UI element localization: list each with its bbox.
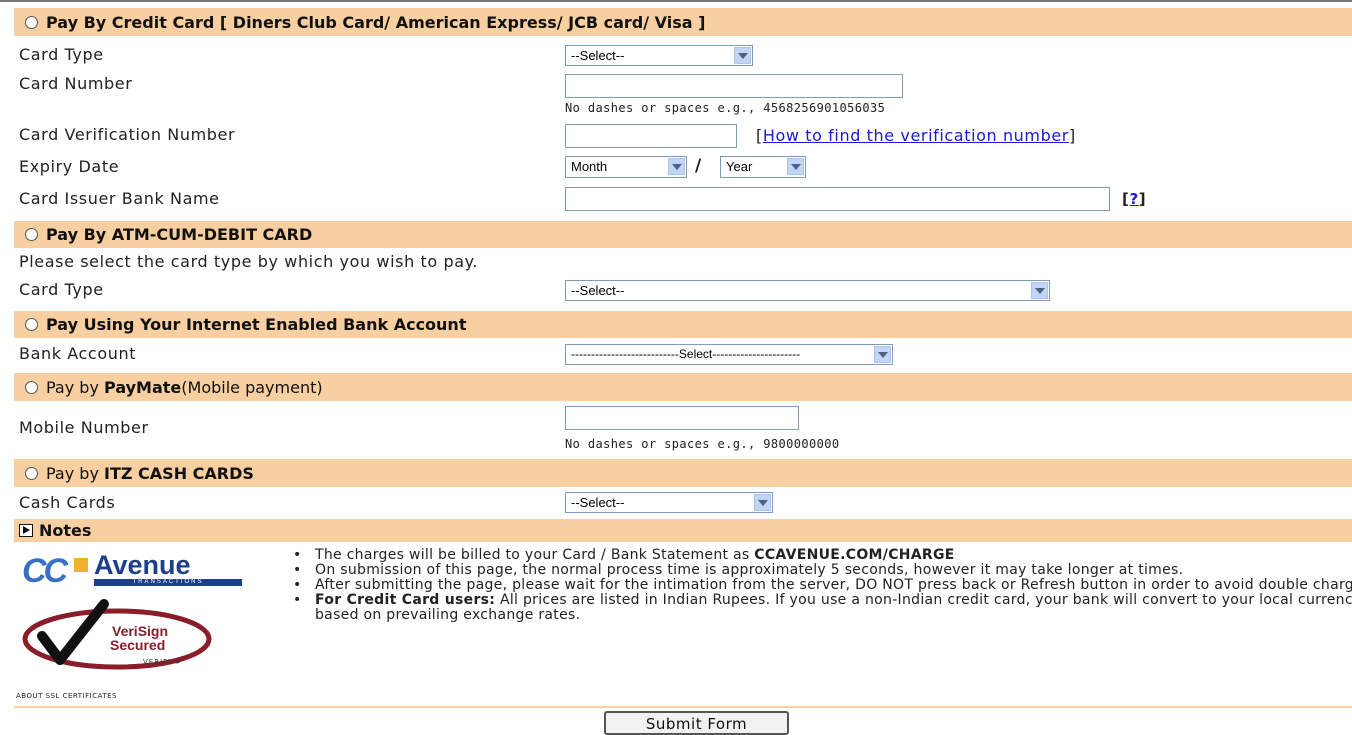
debit-card-radio[interactable] [25,228,38,241]
note-item: On submission of this page, the normal p… [293,563,1352,579]
cvv-help: [How to find the verification number] [756,126,1076,145]
chevron-down-icon [874,346,891,363]
chevron-down-icon [754,494,771,511]
netbank-radio[interactable] [25,318,38,331]
debit-card-type-label: Card Type [19,280,104,299]
debit-card-title: Pay By ATM-CUM-DEBIT CARD [46,225,313,244]
card-number-input[interactable] [565,74,903,98]
expiry-slash: / [695,156,702,176]
mobile-number-hint: No dashes or spaces e.g., 9800000000 [565,437,840,451]
cash-cards-select[interactable]: --Select-- [565,492,773,513]
chevron-down-icon [787,158,804,175]
top-divider [0,0,1352,5]
cvv-help-link[interactable]: How to find the verification number [763,126,1069,145]
submit-form-button[interactable]: Submit Form [604,711,789,735]
credit-card-title: Pay By Credit Card [ Diners Club Card/ A… [46,12,706,32]
card-number-label: Card Number [19,74,133,93]
expiry-label: Expiry Date [19,157,120,176]
expiry-month-select[interactable]: Month [565,156,687,178]
debit-instruction: Please select the card type by which you… [19,252,479,271]
card-number-hint: No dashes or spaces e.g., 45682569010560… [565,101,886,115]
note-item: The charges will be billed to your Card … [293,548,1352,564]
cvv-label: Card Verification Number [19,125,236,144]
debit-card-type-select[interactable]: --Select-- [565,280,1050,301]
notes-bottom-bar [14,706,1352,708]
credit-card-radio[interactable] [25,15,38,29]
expiry-year-select[interactable]: Year [720,156,806,178]
issuer-bank-input[interactable] [565,187,1110,211]
issuer-bank-label: Card Issuer Bank Name [19,189,220,208]
notes-list: The charges will be billed to your Card … [290,548,1352,623]
paymate-header: Pay by PayMate(Mobile payment) [14,373,1352,401]
bank-account-select[interactable]: ---------------------------Select-------… [565,344,893,365]
itz-radio[interactable] [25,466,38,480]
note-item: After submitting the page, please wait f… [293,578,1352,594]
issuer-help: [?] [1122,190,1147,208]
bank-account-label: Bank Account [19,344,137,363]
issuer-help-link[interactable]: ? [1129,190,1138,208]
paymate-radio[interactable] [25,380,38,394]
card-type-label: Card Type [19,45,104,64]
chevron-down-icon [668,158,685,175]
verisign-seal[interactable]: VeriSign Secured VERIFY ▸ [22,594,222,672]
notes-header[interactable]: Notes [14,519,1352,542]
chevron-down-icon [734,47,751,64]
mobile-number-input[interactable] [565,406,799,430]
ssl-certificates-link[interactable]: ABOUT SSL CERTIFICATES [16,692,117,700]
itz-header: Pay by ITZ CASH CARDS [14,459,1352,487]
itz-title: Pay by ITZ CASH CARDS [46,463,254,483]
debit-card-header: Pay By ATM-CUM-DEBIT CARD [14,221,1352,248]
card-type-select[interactable]: --Select-- [565,45,753,66]
credit-card-header: Pay By Credit Card [ Diners Club Card/ A… [14,8,1352,36]
ccavenue-logo: CC Avenue TRANSACTIONS [22,550,244,590]
chevron-down-icon [1031,282,1048,299]
mobile-number-label: Mobile Number [19,418,149,437]
netbank-header: Pay Using Your Internet Enabled Bank Acc… [14,311,1352,338]
note-item: For Credit Card users: All prices are li… [293,593,1352,623]
paymate-title: Pay by PayMate(Mobile payment) [46,377,323,397]
netbank-title: Pay Using Your Internet Enabled Bank Acc… [46,315,467,334]
cvv-input[interactable] [565,124,737,148]
cash-cards-label: Cash Cards [19,493,116,512]
expand-arrow-icon [19,524,33,537]
notes-title: Notes [39,521,92,540]
